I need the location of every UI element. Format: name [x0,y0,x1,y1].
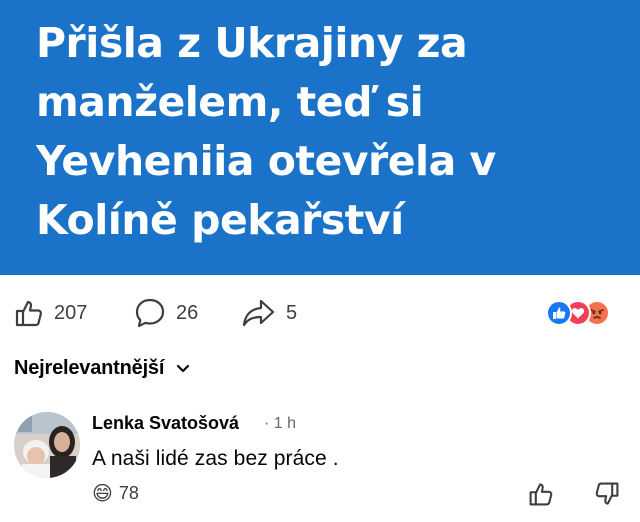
share-arrow-icon [242,299,275,327]
post-image-banner[interactable]: Přišla z Ukrajiny za manželem, teď si Ye… [0,0,640,275]
comment-downvote-button[interactable] [594,481,620,512]
avatar[interactable] [14,412,80,478]
chevron-down-icon [177,364,190,372]
like-count: 207 [54,301,88,324]
like-reaction-icon [546,300,572,326]
comment-text: A naši lidé zas bez práce . [92,447,339,470]
sort-label: Nejrelevantnější [14,357,165,379]
comment-bubble-icon [135,298,165,328]
comment-upvote-button[interactable] [528,481,554,512]
reaction-summary[interactable] [546,300,626,326]
headline-line: manželem, teď si [36,78,424,126]
comment-reaction-count: 78 [118,483,139,503]
headline: Přišla z Ukrajiny za manželem, teď si Ye… [36,14,596,250]
comment-author[interactable]: Lenka Svatošová [92,413,239,434]
comment-item: Lenka Svatošová · 1 h A naši lidé zas be… [14,405,626,515]
headline-line: Kolíně pekařství [36,196,404,244]
share-button[interactable]: 5 [242,293,297,333]
headline-line: Yevheniia otevřela v [36,137,496,185]
thumbs-up-icon [15,300,42,327]
comment-timestamp: · 1 h [264,415,297,432]
comment-reactions[interactable]: 😄 78 [92,481,139,506]
comment-count: 26 [176,301,199,324]
like-button[interactable]: 207 [14,293,87,333]
thumbs-down-icon [595,482,619,505]
share-count: 5 [286,301,298,324]
comment-button[interactable]: 26 [134,293,198,333]
laughing-emoji-icon: 😄 [92,483,113,505]
headline-line: Přišla z Ukrajiny za [36,19,468,67]
comment-sort-dropdown[interactable]: Nejrelevantnější [14,357,190,380]
thumbs-up-icon [529,483,553,506]
post-actions-bar: 207 26 5 [0,293,640,333]
